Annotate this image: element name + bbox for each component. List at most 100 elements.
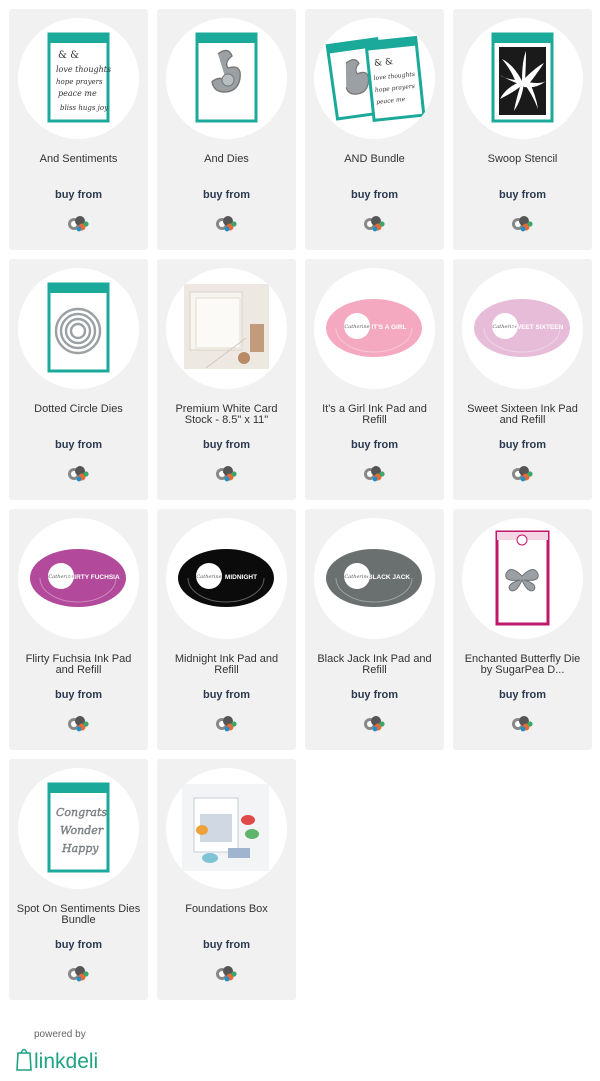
product-card[interactable]: Catherine MIDNIGHT Midnight Ink Pad and … (157, 509, 296, 750)
product-card[interactable]: Premium White Card Stock - 8.5" x 11" bu… (157, 259, 296, 500)
retailer-logo-icon[interactable] (362, 711, 388, 737)
product-image-circle[interactable]: Catherine FLIRTY FUCHSIA (18, 518, 139, 639)
retailer-logo-icon[interactable] (66, 961, 92, 987)
product-image-circle[interactable] (166, 768, 287, 889)
svg-text:Catherine: Catherine (196, 574, 221, 580)
svg-text:Catherine: Catherine (344, 574, 369, 580)
product-image-circle[interactable]: Catherine BLACK JACK (314, 518, 435, 639)
retailer-logo-icon[interactable] (214, 711, 240, 737)
product-image-circle[interactable]: & & love thoughts hope prayers peace me … (18, 18, 139, 139)
product-image: & & love thoughts hope prayers peace me … (47, 32, 111, 123)
svg-text:Congrats: Congrats (56, 806, 107, 819)
buy-from-link[interactable]: buy from (157, 689, 296, 701)
product-card[interactable]: & & love thoughts hope prayers peace me … (9, 9, 148, 250)
product-card[interactable]: Catherine SWEET SIXTEEN Sweet Sixteen In… (453, 259, 592, 500)
svg-text:hope prayers: hope prayers (56, 78, 103, 86)
svg-text:SWEET SIXTEEN: SWEET SIXTEEN (511, 324, 564, 331)
product-title[interactable]: Foundations Box (163, 904, 290, 915)
product-image (491, 32, 554, 123)
product-card[interactable]: Enchanted Butterfly Die by SugarPea D...… (453, 509, 592, 750)
product-title[interactable]: And Dies (163, 154, 290, 165)
retailer-logo-icon[interactable] (510, 711, 536, 737)
buy-from-link[interactable]: buy from (305, 439, 444, 451)
product-title[interactable]: Premium White Card Stock - 8.5" x 11" (163, 404, 290, 426)
svg-text:MIDNIGHT: MIDNIGHT (225, 574, 257, 581)
svg-text:IT'S A GIRL: IT'S A GIRL (371, 324, 406, 331)
buy-from-link[interactable]: buy from (453, 689, 592, 701)
product-image (47, 282, 110, 373)
product-image: Catherine IT'S A GIRL (326, 299, 422, 357)
product-image-circle[interactable] (462, 518, 583, 639)
product-card[interactable]: Dotted Circle Dies buy from (9, 259, 148, 500)
retailer-logo-icon[interactable] (66, 461, 92, 487)
retailer-logo-icon[interactable] (510, 461, 536, 487)
svg-text:Wonder: Wonder (60, 824, 104, 837)
buy-from-link[interactable]: buy from (157, 189, 296, 201)
product-title[interactable]: Flirty Fuchsia Ink Pad and Refill (15, 654, 142, 676)
product-card[interactable]: Catherine IT'S A GIRL It's a Girl Ink Pa… (305, 259, 444, 500)
retailer-logo-icon[interactable] (362, 461, 388, 487)
buy-from-link[interactable]: buy from (157, 939, 296, 951)
product-title[interactable]: AND Bundle (311, 154, 438, 165)
product-image-circle[interactable] (462, 18, 583, 139)
product-image: Catherine SWEET SIXTEEN (474, 299, 570, 357)
product-card[interactable]: & & love thoughts hope prayers peace me … (305, 9, 444, 250)
product-title[interactable]: Enchanted Butterfly Die by SugarPea D... (459, 654, 586, 676)
buy-from-link[interactable]: buy from (157, 439, 296, 451)
product-image-circle[interactable]: Catherine MIDNIGHT (166, 518, 287, 639)
product-image: & & love thoughts hope prayers peace me (325, 35, 426, 122)
linkdeli-logo[interactable]: linkdeli (15, 1043, 115, 1073)
retailer-logo-icon[interactable] (214, 461, 240, 487)
retailer-logo-icon[interactable] (362, 211, 388, 237)
product-image-circle[interactable]: Congrats Wonder Happy (18, 768, 139, 889)
svg-text:& &: & & (374, 57, 394, 69)
product-image-circle[interactable]: & & love thoughts hope prayers peace me (314, 18, 435, 139)
buy-from-link[interactable]: buy from (9, 439, 148, 451)
product-title[interactable]: Dotted Circle Dies (15, 404, 142, 415)
product-title[interactable]: Midnight Ink Pad and Refill (163, 654, 290, 676)
product-card[interactable]: And Dies buy from (157, 9, 296, 250)
svg-text:Happy: Happy (61, 842, 99, 855)
product-image-circle[interactable] (166, 268, 287, 389)
buy-from-link[interactable]: buy from (9, 689, 148, 701)
product-image-circle[interactable] (166, 18, 287, 139)
retailer-logo-icon[interactable] (214, 961, 240, 987)
linkdeli-wordmark: linkdeli (34, 1050, 98, 1073)
svg-text:peace me: peace me (58, 89, 97, 98)
product-image (184, 284, 269, 369)
product-card[interactable]: Catherine BLACK JACK Black Jack Ink Pad … (305, 509, 444, 750)
product-image (182, 784, 269, 871)
svg-text:FLIRTY FUCHSIA: FLIRTY FUCHSIA (66, 574, 120, 581)
product-card[interactable]: Swoop Stencil buy from (453, 9, 592, 250)
product-image-circle[interactable]: Catherine SWEET SIXTEEN (462, 268, 583, 389)
product-image: Catherine FLIRTY FUCHSIA (30, 549, 126, 607)
product-title[interactable]: Black Jack Ink Pad and Refill (311, 654, 438, 676)
buy-from-link[interactable]: buy from (453, 189, 592, 201)
retailer-logo-icon[interactable] (214, 211, 240, 237)
buy-from-link[interactable]: buy from (305, 189, 444, 201)
svg-text:bliss hugs joy: bliss hugs joy (60, 104, 109, 112)
product-image-circle[interactable]: Catherine IT'S A GIRL (314, 268, 435, 389)
product-card[interactable]: Foundations Box buy from (157, 759, 296, 1000)
buy-from-link[interactable]: buy from (9, 939, 148, 951)
buy-from-link[interactable]: buy from (9, 189, 148, 201)
svg-text:love thoughts: love thoughts (56, 65, 111, 74)
retailer-logo-icon[interactable] (66, 211, 92, 237)
svg-text:BLACK JACK: BLACK JACK (368, 574, 411, 581)
product-card[interactable]: Catherine FLIRTY FUCHSIA Flirty Fuchsia … (9, 509, 148, 750)
product-image (495, 530, 550, 626)
retailer-logo-icon[interactable] (510, 211, 536, 237)
product-image: Catherine BLACK JACK (326, 549, 422, 607)
retailer-logo-icon[interactable] (66, 711, 92, 737)
product-title[interactable]: Swoop Stencil (459, 154, 586, 165)
product-card[interactable]: Congrats Wonder Happy Spot On Sentiments… (9, 759, 148, 1000)
product-image: Congrats Wonder Happy (47, 782, 110, 873)
product-image-circle[interactable] (18, 268, 139, 389)
buy-from-link[interactable]: buy from (305, 689, 444, 701)
product-title[interactable]: And Sentiments (15, 154, 142, 165)
product-title[interactable]: Spot On Sentiments Dies Bundle (15, 904, 142, 926)
product-title[interactable]: It's a Girl Ink Pad and Refill (311, 404, 438, 426)
powered-by-footer[interactable]: powered by linkdeli (15, 1026, 135, 1076)
product-title[interactable]: Sweet Sixteen Ink Pad and Refill (459, 404, 586, 426)
buy-from-link[interactable]: buy from (453, 439, 592, 451)
